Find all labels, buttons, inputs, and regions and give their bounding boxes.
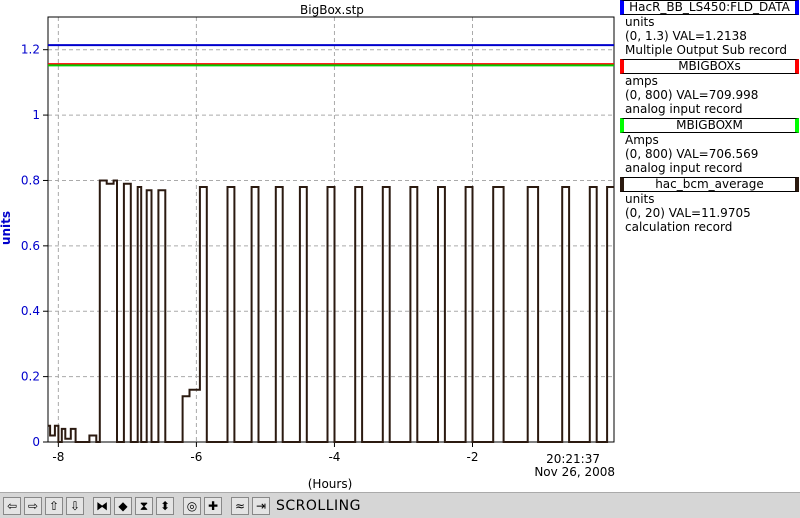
x-axis-label: (Hours)	[308, 477, 353, 491]
export-icon[interactable]: ⇥	[252, 496, 270, 515]
toolbar: ⇦ ⇨ ⇧ ⇩ ⧓ ◆ ⧗ ⬍ ◎ ✚ ≈ ⇥ SCROLLING	[0, 492, 800, 518]
mode-label: SCROLLING	[276, 497, 361, 514]
legend-name[interactable]: MBIGBOXM	[620, 118, 799, 133]
zoom-in-y-icon[interactable]: ⧗	[135, 496, 153, 515]
x-tick-label: -8	[52, 450, 64, 464]
legend-range-val: (0, 800) VAL=706.569	[625, 147, 759, 161]
legend-units: units	[625, 192, 655, 206]
legend-range-val: (0, 1.3) VAL=1.2138	[625, 29, 747, 43]
y-tick-label: 0.4	[21, 304, 40, 318]
zoom-out-y-icon[interactable]: ⬍	[156, 496, 174, 515]
legend-units: Amps	[625, 133, 659, 147]
y-tick-label: 0.8	[21, 173, 40, 187]
legend-name[interactable]: hac_bcm_average	[620, 177, 799, 192]
chart-title: BigBox.stp	[300, 3, 364, 17]
legend-entry: MBIGBOXs amps (0, 800) VAL=709.998 analog i…	[620, 59, 800, 116]
y-tick-label: 0	[32, 435, 40, 449]
legend-entry: MBIGBOXM Amps (0, 800) VAL=706.569 analog i…	[620, 118, 800, 175]
date-label: Nov 26, 2008	[534, 465, 615, 479]
scroll-up-icon[interactable]: ⇧	[45, 496, 63, 515]
autoscale-icon[interactable]: ◎	[183, 496, 201, 515]
time-label: 20:21:37	[546, 452, 600, 466]
y-tick-label: 0.2	[21, 370, 40, 384]
y-tick-label: 1.2	[21, 43, 40, 57]
legend: HacR_BB_LS450:FLD_DATA units (0, 1.3) VAL=…	[620, 0, 800, 236]
legend-record: Multiple Output Sub record	[625, 43, 787, 57]
x-tick-label: -2	[467, 450, 479, 464]
y-tick-label: 0.6	[21, 239, 40, 253]
add-point-icon[interactable]: ✚	[204, 496, 222, 515]
legend-record: analog input record	[625, 161, 743, 175]
zoom-out-x-icon[interactable]: ◆	[114, 496, 132, 515]
scroll-left-icon[interactable]: ⇦	[3, 496, 21, 515]
legend-units: amps	[625, 74, 658, 88]
legend-entry: hac_bcm_average units (0, 20) VAL=11.9705 c…	[620, 177, 800, 234]
y-axis-label: units	[0, 211, 13, 245]
x-tick-label: -4	[328, 450, 340, 464]
legend-range-val: (0, 20) VAL=11.9705	[625, 206, 751, 220]
y-tick-label: 1	[32, 108, 40, 122]
x-tick-label: -6	[190, 450, 202, 464]
plot-frame	[47, 16, 615, 443]
chart: BigBox.stp units (Hours) 20:21:37 Nov 26…	[0, 3, 615, 491]
legend-name[interactable]: MBIGBOXs	[620, 59, 799, 74]
legend-record: calculation record	[625, 220, 733, 234]
legend-units: units	[625, 15, 655, 29]
scroll-down-icon[interactable]: ⇩	[66, 496, 84, 515]
legend-record: analog input record	[625, 102, 743, 116]
legend-range-val: (0, 800) VAL=709.998	[625, 88, 759, 102]
legend-entry: HacR_BB_LS450:FLD_DATA units (0, 1.3) VAL=…	[620, 0, 800, 57]
scroll-right-icon[interactable]: ⇨	[24, 496, 42, 515]
legend-name[interactable]: HacR_BB_LS450:FLD_DATA	[620, 0, 799, 15]
stagger-icon[interactable]: ≈	[231, 496, 249, 515]
zoom-in-x-icon[interactable]: ⧓	[93, 496, 111, 515]
